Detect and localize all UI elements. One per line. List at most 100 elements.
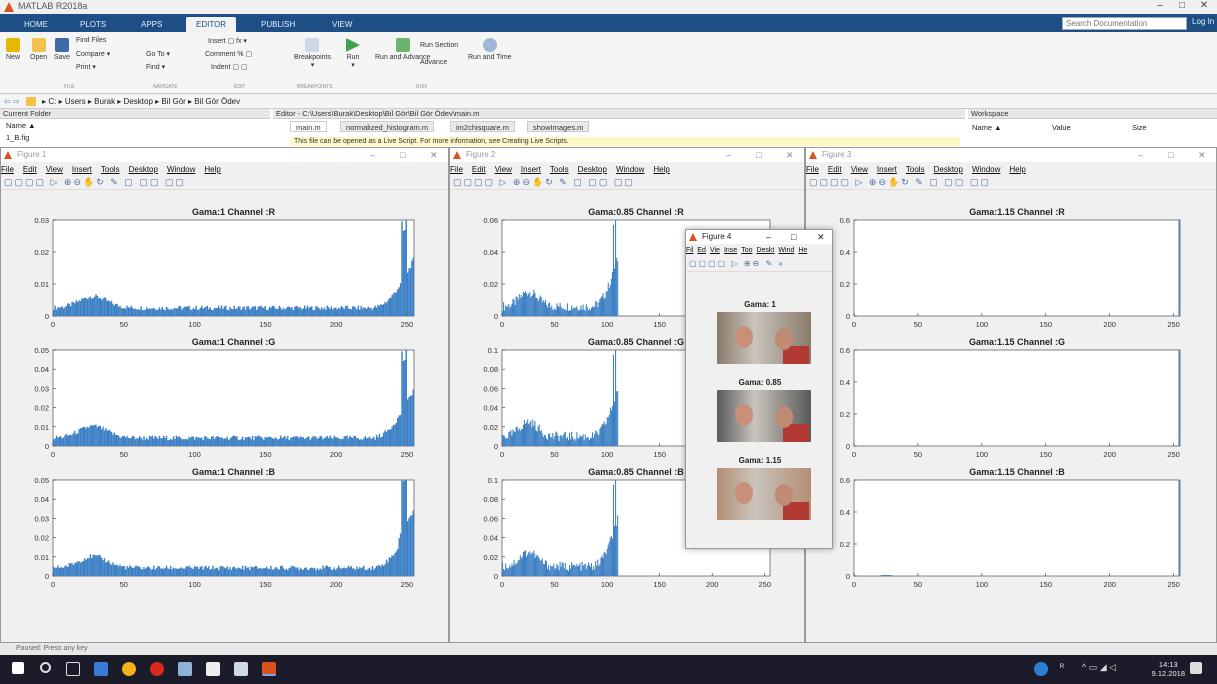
maximize-icon[interactable]: □ [400, 148, 405, 162]
new-button[interactable]: New [6, 38, 20, 61]
insert-button[interactable]: Insert ▢ fx ▾ [208, 37, 247, 45]
menu-tools[interactable]: Tools [550, 165, 569, 174]
breadcrumb-c[interactable]: C: [48, 97, 56, 106]
minimize-icon[interactable]: – [726, 148, 731, 162]
menu-file[interactable]: File [450, 165, 463, 174]
menu-view[interactable]: View [495, 165, 512, 174]
maximize-icon[interactable]: □ [756, 148, 761, 162]
login-link[interactable]: Log In [1192, 17, 1214, 26]
current-folder-file[interactable]: 1_B.fig [6, 133, 29, 142]
menu-insert[interactable]: Insert [72, 165, 92, 174]
menu-too[interactable]: Too [741, 247, 752, 254]
close-icon[interactable]: ✕ [1198, 148, 1206, 162]
tab-apps[interactable]: APPS [131, 17, 172, 32]
run-and-time-button[interactable]: Run and Time [468, 38, 512, 61]
tab-showimages[interactable]: showImages.m [527, 121, 590, 132]
menu-ed[interactable]: Ed [697, 247, 706, 254]
help-icon[interactable] [1034, 662, 1048, 676]
workspace-col-value[interactable]: Value [1052, 123, 1071, 132]
open-button[interactable]: Open [30, 38, 47, 61]
tab-normalized-histogram[interactable]: normalized_histogram.m [340, 121, 435, 132]
close-icon[interactable]: ✕ [1194, 0, 1214, 11]
tab-plots[interactable]: PLOTS [70, 17, 116, 32]
breadcrumb-bilgor[interactable]: Bil Gör [161, 97, 185, 106]
menu-wind[interactable]: Wind [778, 247, 794, 254]
menu-view[interactable]: View [46, 165, 63, 174]
print-button[interactable]: Print ▾ [76, 63, 96, 71]
menu-fil[interactable]: Fil [686, 247, 693, 254]
compare-button[interactable]: Compare ▾ [76, 50, 110, 58]
find-files-button[interactable]: Find Files [76, 37, 106, 44]
people-icon[interactable]: ᴿ [1060, 662, 1074, 676]
comment-button[interactable]: Comment % ▢ [205, 50, 252, 58]
menu-window[interactable]: Window [167, 165, 195, 174]
figure-3-window[interactable]: Figure 3 – □ ✕ File Edit View Insert Tools De… [805, 147, 1217, 643]
current-folder-column[interactable]: Name ▲ [6, 121, 36, 130]
run-button[interactable]: Run ▾ [346, 38, 360, 69]
menu-desktop[interactable]: Desktop [129, 165, 158, 174]
figure-1-window[interactable]: Figure 1 – □ ✕ File Edit View Insert Tools De… [0, 147, 449, 643]
tab-im2chisquare[interactable]: im2chisquare.m [450, 121, 515, 132]
menu-insert[interactable]: Insert [521, 165, 541, 174]
camera-icon[interactable] [206, 662, 220, 676]
workspace-col-name[interactable]: Name ▲ [972, 123, 1002, 132]
menu-desktop[interactable]: Desktop [578, 165, 607, 174]
search-input[interactable]: Search Documentation [1062, 17, 1187, 30]
tab-home[interactable]: HOME [14, 17, 58, 32]
figure-toolbar[interactable]: ▢▢▢▢ ▷ ⊕⊖✋↻ ✎ ▢ ▢▢ ▢▢ [1, 177, 448, 190]
menu-he[interactable]: He [798, 247, 807, 254]
breadcrumb-users[interactable]: Users [65, 97, 86, 106]
figure-toolbar[interactable]: ▢▢▢▢ ▷ ⊕⊖✋↻ ✎ ▢ ▢▢ ▢▢ [450, 177, 804, 190]
minimize-icon[interactable]: – [370, 148, 375, 162]
opera-icon[interactable] [150, 662, 164, 676]
menu-insert[interactable]: Insert [877, 165, 897, 174]
tray-icons[interactable]: ^ ▭ ◢ ◁ [1082, 662, 1142, 676]
menu-vie[interactable]: Vie [710, 247, 720, 254]
breakpoints-button[interactable]: Breakpoints ▾ [294, 38, 331, 69]
minimize-icon[interactable]: – [1138, 148, 1143, 162]
address-bar[interactable]: ⇦ ⇨ ▸ C: ▸ Users ▸ Burak ▸ Desktop ▸ Bil… [0, 95, 1217, 109]
start-icon[interactable] [12, 662, 24, 674]
breadcrumb-desktop[interactable]: Desktop [124, 97, 153, 106]
menu-view[interactable]: View [851, 165, 868, 174]
close-icon[interactable]: ✕ [817, 230, 825, 244]
search-icon[interactable] [40, 662, 51, 673]
chrome-icon[interactable] [122, 662, 136, 676]
breadcrumb-burak[interactable]: Burak [94, 97, 115, 106]
figure-toolbar[interactable]: ▢▢▢▢ ▷ ⊕⊖✋↻ ✎ ▢ ▢▢ ▢▢ [806, 177, 1216, 190]
nav-arrows-icon[interactable]: ⇦ ⇨ [4, 97, 20, 106]
advance-button[interactable]: Advance [420, 59, 447, 66]
maximize-icon[interactable]: □ [791, 230, 796, 244]
menu-edit[interactable]: Edit [472, 165, 486, 174]
menu-edit[interactable]: Edit [23, 165, 37, 174]
tab-publish[interactable]: PUBLISH [251, 17, 305, 32]
task-view-icon[interactable] [66, 662, 80, 676]
indent-button[interactable]: Indent ▢ ▢ [211, 63, 248, 71]
maximize-icon[interactable]: □ [1172, 0, 1192, 11]
notifications-icon[interactable] [1190, 662, 1202, 674]
menu-tools[interactable]: Tools [101, 165, 120, 174]
explorer-icon[interactable] [94, 662, 108, 676]
menu-window[interactable]: Window [972, 165, 1000, 174]
menu-file[interactable]: File [806, 165, 819, 174]
menu-help[interactable]: Help [204, 165, 220, 174]
tab-editor[interactable]: EDITOR [186, 17, 237, 32]
workspace-col-size[interactable]: Size [1132, 123, 1147, 132]
tab-main-m[interactable]: main.m [290, 121, 327, 132]
menu-file[interactable]: File [1, 165, 14, 174]
save-button[interactable]: Save [54, 38, 70, 61]
tab-view[interactable]: VIEW [322, 17, 362, 32]
run-section-button[interactable]: Run Section [420, 42, 458, 49]
menu-inse[interactable]: Inse [724, 247, 737, 254]
find-button[interactable]: Find ▾ [146, 63, 165, 71]
menu-deskt[interactable]: Deskt [756, 247, 774, 254]
menu-help[interactable]: Help [653, 165, 669, 174]
minimize-icon[interactable]: – [766, 230, 771, 244]
tool-icon[interactable] [178, 662, 192, 676]
breadcrumb-odev[interactable]: Bil Gör Ödev [194, 97, 240, 106]
maximize-icon[interactable]: □ [1168, 148, 1173, 162]
menu-window[interactable]: Window [616, 165, 644, 174]
menu-tools[interactable]: Tools [906, 165, 925, 174]
figure-4-window[interactable]: Figure 4 – □ ✕ Fil Ed Vie Inse Too Deskt Wind H… [685, 229, 833, 549]
figure-4-toolbar[interactable]: ▢▢▢▢ ▷ ⊕⊖ ✎ » [686, 259, 832, 272]
